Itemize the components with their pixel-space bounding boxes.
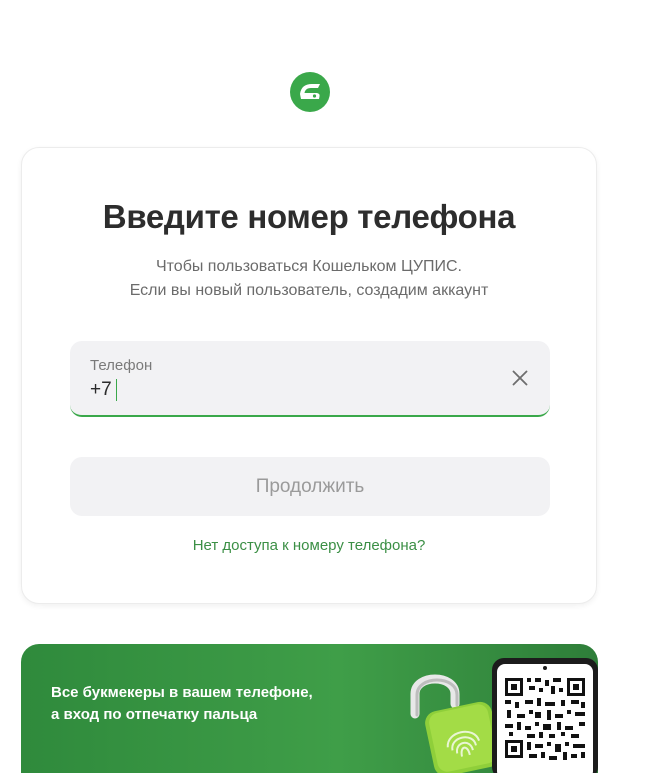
page-title: Введите номер телефона xyxy=(102,198,516,235)
no-access-link[interactable]: Нет доступа к номеру телефона? xyxy=(22,537,596,554)
banner-illustration xyxy=(410,658,598,773)
phone-qr-code-icon xyxy=(492,658,598,773)
subtitle: Чтобы пользоваться Кошельком ЦУПИС. Если… xyxy=(22,255,596,303)
close-icon[interactable] xyxy=(510,368,530,388)
banner-line-1: Все букмекеры в вашем телефоне, xyxy=(51,684,313,701)
login-card: Введите номер телефона Чтобы пользоватьс… xyxy=(21,147,597,604)
banner-text: Все букмекеры в вашем телефоне, а вход п… xyxy=(51,682,313,726)
text-caret xyxy=(116,379,117,401)
promo-banner[interactable]: Все букмекеры в вашем телефоне, а вход п… xyxy=(21,644,598,773)
subtitle-line-1: Чтобы пользоваться Кошельком ЦУПИС. xyxy=(155,258,462,275)
padlock-fingerprint-icon xyxy=(410,674,501,773)
phone-field[interactable]: Телефон xyxy=(70,341,550,417)
phone-input[interactable] xyxy=(90,378,490,402)
subtitle-line-2: Если вы новый пользователь, создадим акк… xyxy=(129,282,489,299)
wallet-logo-icon xyxy=(290,72,330,112)
continue-button[interactable]: Продолжить xyxy=(70,457,550,516)
banner-line-2: а вход по отпечатку пальца xyxy=(51,706,258,723)
phone-label: Телефон xyxy=(90,357,153,374)
login-page: Введите номер телефона Чтобы пользоватьс… xyxy=(0,0,651,773)
